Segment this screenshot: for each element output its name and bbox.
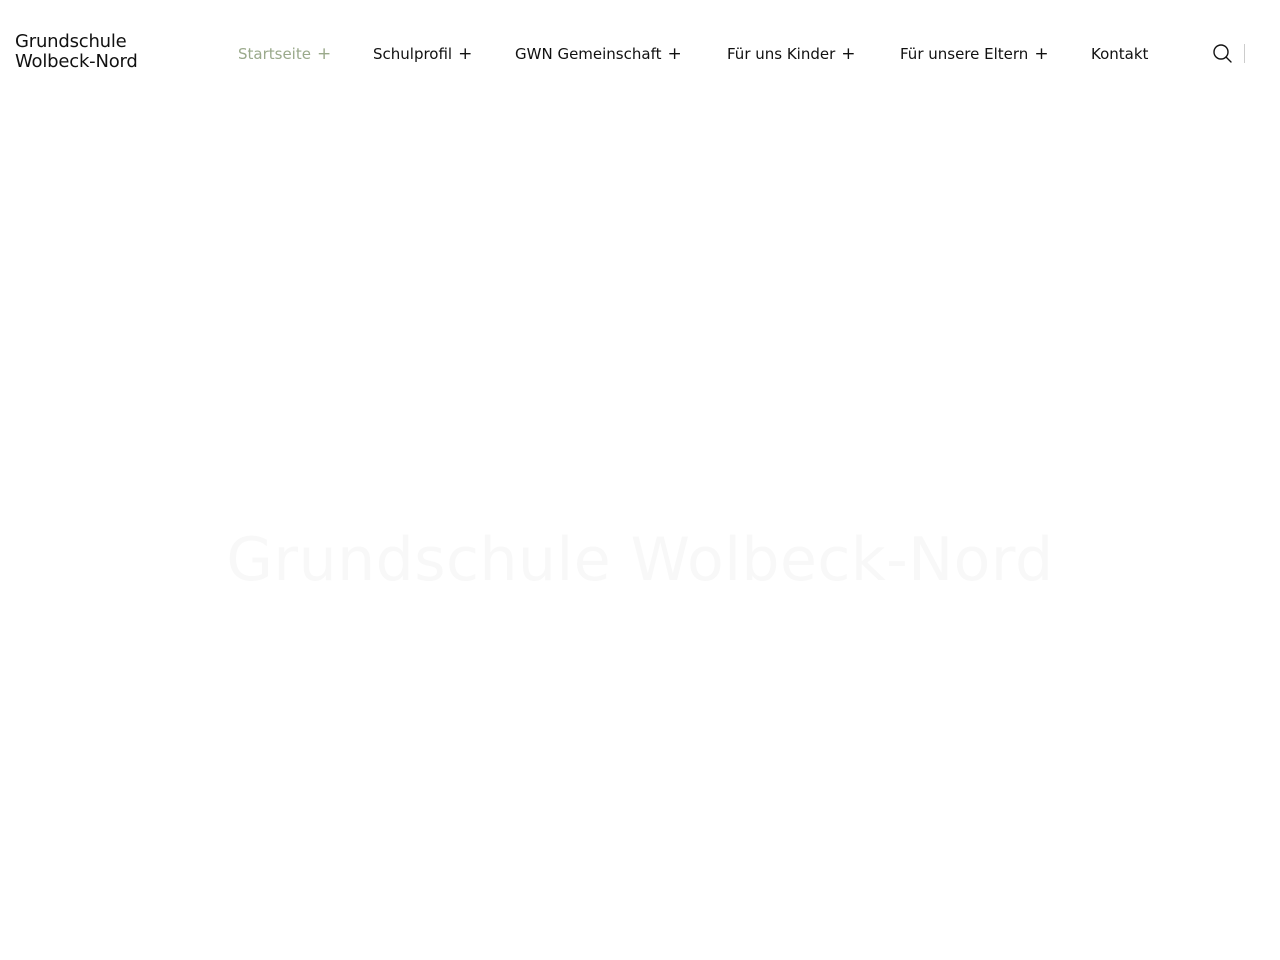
nav-label: GWN Gemeinschaft <box>515 45 662 63</box>
plus-icon: + <box>667 44 682 64</box>
hero-title: Grundschule Wolbeck-Nord <box>226 525 1054 595</box>
nav-label: Startseite <box>238 45 311 63</box>
header-divider <box>1244 44 1245 63</box>
nav-item-fuer-uns-kinder[interactable]: Für uns Kinder + <box>727 42 856 66</box>
search-icon[interactable] <box>1212 43 1234 65</box>
site-header: Grundschule Wolbeck-Nord Startseite + Sch… <box>0 0 1280 108</box>
nav-item-kontakt[interactable]: Kontakt <box>1091 42 1148 66</box>
nav-label: Schulprofil <box>373 45 453 63</box>
plus-icon: + <box>1034 44 1049 64</box>
nav-label: Für uns Kinder <box>727 45 836 63</box>
plus-icon: + <box>841 44 856 64</box>
logo-line-2: Wolbeck-Nord <box>15 51 138 72</box>
plus-icon: + <box>316 44 332 64</box>
nav-label: Kontakt <box>1091 45 1149 63</box>
site-logo[interactable]: Grundschule Wolbeck-Nord <box>15 32 195 72</box>
plus-icon: + <box>458 44 473 64</box>
logo-line-1: Grundschule <box>15 31 127 52</box>
nav-label: Für unsere Eltern <box>900 45 1029 63</box>
nav-item-schulprofil[interactable]: Schulprofil + <box>373 42 472 66</box>
nav-item-fuer-unsere-eltern[interactable]: Für unsere Eltern + <box>900 42 1049 66</box>
nav-item-startseite[interactable]: Startseite + <box>238 42 331 66</box>
hero-section: Grundschule Wolbeck-Nord <box>0 108 1280 960</box>
nav-item-gwn-gemeinschaft[interactable]: GWN Gemeinschaft + <box>515 42 682 66</box>
